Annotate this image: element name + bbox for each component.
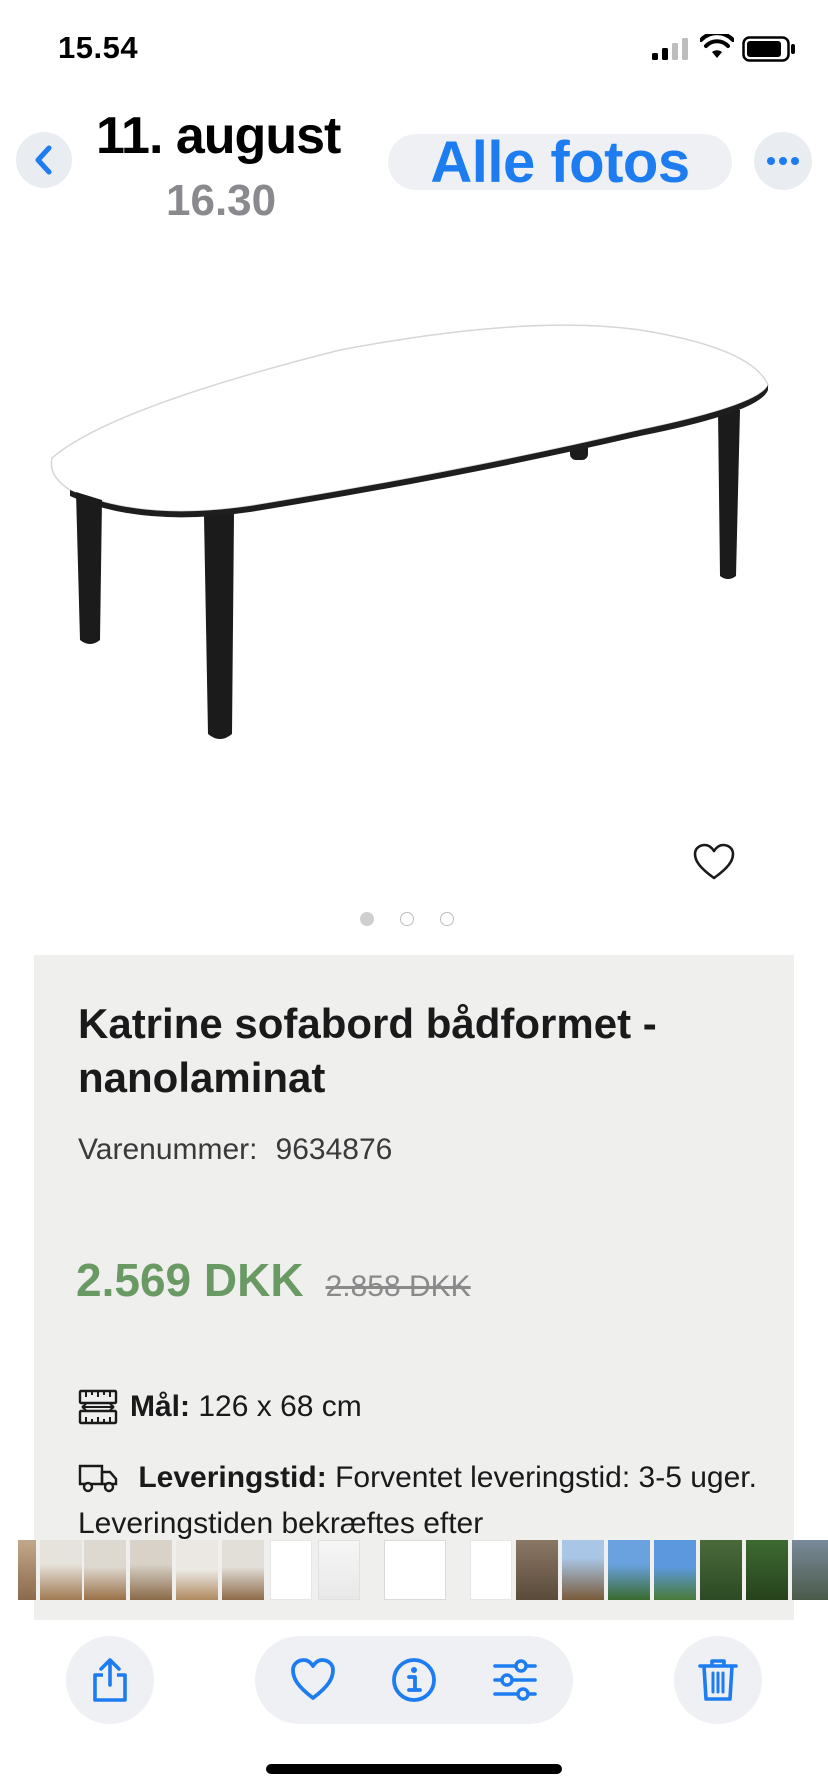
photo-thumbnail[interactable]: [608, 1540, 650, 1600]
price-row: 2.569 DKK 2.858 DKK: [76, 1253, 471, 1307]
photo-thumbnail[interactable]: [130, 1540, 172, 1600]
pager-dot[interactable]: [400, 912, 414, 926]
trash-icon: [698, 1659, 738, 1701]
photo-thumbnail[interactable]: [270, 1540, 312, 1600]
sku-row: Varenummer: 9634876: [78, 1133, 392, 1167]
product-image: [50, 324, 769, 739]
share-button[interactable]: [66, 1636, 154, 1724]
delete-button[interactable]: [674, 1636, 762, 1724]
dimensions-value: 126 x 68 cm: [198, 1390, 362, 1423]
back-button[interactable]: [16, 132, 72, 188]
photo-thumbnail[interactable]: [18, 1540, 36, 1600]
pager-dot[interactable]: [440, 912, 454, 926]
photo-thumbnail[interactable]: [700, 1540, 742, 1600]
sku-label: Varenummer:: [78, 1133, 258, 1166]
photo-thumbnail[interactable]: [792, 1540, 828, 1600]
photo-thumbnail[interactable]: [318, 1540, 360, 1600]
status-bar: 15.54: [0, 0, 828, 100]
status-time: 15.54: [58, 30, 139, 65]
share-icon: [93, 1658, 127, 1702]
dimensions-row: Mål: 126 x 68 cm: [78, 1387, 362, 1427]
image-pager: [360, 912, 470, 932]
delivery-truck-icon: [78, 1464, 118, 1493]
ellipsis-icon: [767, 157, 799, 165]
action-pill: [255, 1636, 573, 1724]
pager-dot[interactable]: [360, 912, 374, 926]
sliders-icon[interactable]: [491, 1656, 539, 1704]
heart-icon[interactable]: [692, 842, 736, 882]
all-photos-button[interactable]: Alle fotos: [388, 130, 732, 195]
photo-thumbnail[interactable]: [40, 1540, 82, 1600]
delivery-label: Leveringstid:: [138, 1461, 327, 1494]
delivery-row: Leveringstid: Forventet leveringstid: 3-…: [78, 1455, 768, 1547]
photo-date: 11. august: [96, 107, 341, 165]
home-indicator: [266, 1764, 562, 1774]
info-icon[interactable]: [390, 1656, 438, 1704]
photo-thumbnail[interactable]: [746, 1540, 788, 1600]
bottom-toolbar: [0, 1630, 828, 1730]
photo-thumbnail[interactable]: [222, 1540, 264, 1600]
heart-icon[interactable]: [289, 1656, 337, 1704]
product-title: Katrine sofabord bådformet - nanolaminat: [78, 1000, 657, 1101]
old-price: 2.858 DKK: [325, 1270, 471, 1303]
photo-thumbnail[interactable]: [516, 1540, 558, 1600]
cellular-signal-icon: [652, 38, 688, 60]
photo-thumbnail-selected[interactable]: [384, 1540, 446, 1600]
product-info-panel: Katrine sofabord bådformet - nanolaminat…: [34, 955, 794, 1620]
ruler-icon: [78, 1389, 118, 1425]
photo-thumbnail-strip[interactable]: [0, 1540, 828, 1600]
photo-thumbnail[interactable]: [562, 1540, 604, 1600]
photo-thumbnail[interactable]: [176, 1540, 218, 1600]
photo-header: 11. august 16.30 Alle fotos: [0, 100, 828, 230]
battery-icon: [742, 36, 795, 62]
sku-value: 9634876: [275, 1133, 393, 1166]
photo-thumbnail[interactable]: [654, 1540, 696, 1600]
dimensions-label: Mål:: [130, 1390, 190, 1423]
photo-thumbnail[interactable]: [470, 1540, 512, 1600]
current-price: 2.569 DKK: [76, 1254, 304, 1306]
wifi-icon: [700, 34, 734, 58]
chevron-left-icon: [35, 145, 52, 175]
more-button[interactable]: [754, 132, 812, 190]
photo-thumbnail[interactable]: [84, 1540, 126, 1600]
photo-time: 16.30: [166, 176, 277, 225]
